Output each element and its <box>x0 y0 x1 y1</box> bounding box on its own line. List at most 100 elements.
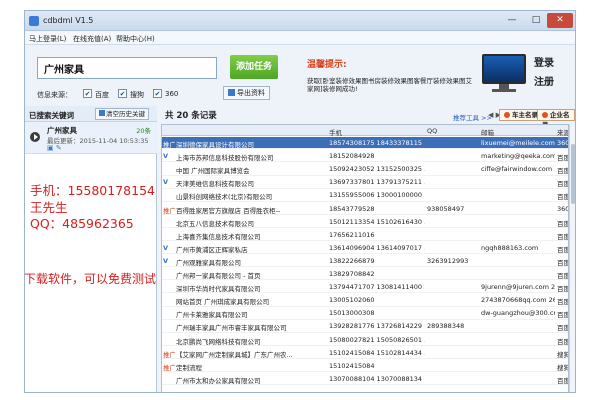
table-row[interactable]: V 天津美维信息科技有限公司 13697337801 13791375211 . 百度 <box>162 176 568 189</box>
col-phone[interactable]: 手机 <box>329 127 342 137</box>
keyword-input[interactable] <box>37 57 217 79</box>
row-source: 360 <box>557 139 569 147</box>
table-row[interactable]: 山景科创网络技术(北京)有限公司 13155955006 13000100000 百… <box>162 189 569 202</box>
play-icon[interactable] <box>30 132 40 142</box>
row-source: 百度 <box>557 285 569 294</box>
table-row[interactable]: 推广 百得胜家居官方旗舰店 百得胜衣柜-- 18543779528 938058497… <box>162 203 568 215</box>
table-row[interactable]: 中国 广州国际家具博览会 15092423052 13152500325 . cif… <box>162 163 569 176</box>
row-source: 百度 <box>557 167 569 176</box>
table-row[interactable]: 网站首页 广州琪成家具有限公司 13005102060 2743870668qq.c… <box>162 294 568 307</box>
monitor-icon <box>482 54 526 92</box>
recommend-tools-link[interactable]: 推荐工具 >> <box>453 112 492 122</box>
row-company: 【艾家网广州定制家具城】广东广州农... <box>176 350 293 359</box>
row-qq: 3263912993 <box>427 256 469 265</box>
row-tag: 推广 <box>163 206 175 215</box>
table-row[interactable]: 北京五八信息技术有限公司 15012113354 15102616430 . 百度 <box>162 216 568 228</box>
table-row[interactable]: 深圳市华尚时代家具有限公司 13794471707 13081411400 9jur… <box>162 281 569 294</box>
row-tag: V <box>163 152 169 161</box>
360-label: 360 <box>165 90 179 98</box>
close-button[interactable]: ✕ <box>547 13 573 28</box>
row-source: 百度 <box>557 311 569 320</box>
row-tag: V <box>163 178 169 187</box>
table-row[interactable]: 广州市太和办公家具有限公司 13070088104 13070088134 百度 <box>162 373 569 386</box>
row-source: 百度 <box>557 272 569 280</box>
login-link[interactable]: 登录 <box>534 54 554 69</box>
row-phone: 15102415084 <box>329 361 375 370</box>
row-company: 北京鹏尚飞网络科技有限公司 <box>176 337 261 346</box>
row-tag: V <box>163 256 169 265</box>
add-task-button[interactable]: 添加任务 <box>230 55 278 79</box>
table-scrollbar[interactable] <box>569 124 575 392</box>
keyword-count: 20条 <box>136 127 151 135</box>
table-row[interactable]: 推广 【艾家网广州定制家具城】广东广州农... 15102415084 151028… <box>162 347 569 359</box>
row-source: 百度 <box>557 337 569 346</box>
row-phone: 18574308175 18433378115 <box>329 139 423 147</box>
row-source: 搜狗 <box>557 350 569 359</box>
keyword-action-icons[interactable]: ▣ ✎ <box>47 144 62 152</box>
menu-recharge[interactable]: 在线充值(A) <box>73 34 111 44</box>
register-link[interactable]: 注册 <box>534 73 554 88</box>
row-company: 广州瑞丰家具广州市睿丰家具有限公司 <box>176 324 287 333</box>
table-row[interactable]: 上海喜齐集信息技术有限公司 17656211016 百度 <box>162 229 569 242</box>
keyword-item[interactable]: 广州家具 20条 最后更新：2015-11-04 10:53:35 ▣ ✎ <box>25 122 157 154</box>
table-row[interactable]: 推广 深圳德保家具设计有限公司 18574308175 18433378115 lix… <box>162 137 569 150</box>
search-panel: 添加任务 信息来源： ✔ 百度 ✔ 搜狗 ✔ 360 导出资料 温馨提示: 获取… <box>25 46 575 112</box>
row-phone: 13829708842 <box>329 270 375 278</box>
row-phone: 13155955006 13000100000 <box>329 191 423 200</box>
row-qq: 938058497 <box>427 204 465 213</box>
window-title: cdbdml V1.5 <box>43 16 94 25</box>
row-company: 网站首页 广州琪成家具有限公司 <box>176 298 270 307</box>
baidu-label: 百度 <box>95 91 109 99</box>
keyword-history-panel: 已搜索关键词 清空历史关键 广州家具 20条 最后更新：2015-11-04 1… <box>25 106 157 392</box>
tip-title: 温馨提示: <box>307 60 347 70</box>
table-row[interactable]: V 广州观雅家具有限公司 13822266879 3263912993 百度 <box>162 255 568 268</box>
title-bar: cdbdml V1.5 — □ ✕ <box>25 11 575 31</box>
row-tag: 推广 <box>163 350 175 359</box>
baidu-checkbox[interactable]: ✔ <box>83 89 92 98</box>
table-row[interactable]: V 上海市苏邦信息科技股份有限公司 18152084928 marketing@qee… <box>162 150 568 163</box>
row-phone: 17656211016 <box>329 230 375 239</box>
row-source: 百度 <box>557 376 569 385</box>
row-tag: 推广 <box>163 141 175 149</box>
col-source[interactable]: 来源 <box>557 127 568 137</box>
row-company: 山景科创网络技术(北京)有限公司 <box>176 193 273 202</box>
row-email: lixuemei@meilele.com c <box>481 139 555 147</box>
row-tag: 推广 <box>163 363 175 372</box>
tip-body: 获取[卧室装修效果图书房装修效果图客餐厅装修效果图艾家网]装修网成功! <box>307 77 473 93</box>
maximize-button[interactable]: □ <box>525 13 547 28</box>
table-row[interactable]: 广州瑞丰家具广州市睿丰家具有限公司 13928281776 13726814229… <box>162 320 569 333</box>
clear-history-button[interactable]: 清空历史关键 <box>95 108 149 120</box>
row-source: 百度 <box>557 193 569 202</box>
row-source: 百度 <box>557 324 569 333</box>
row-phone: 15013000308 <box>329 309 375 318</box>
row-company: 深圳市华尚时代家具有限公司 <box>176 285 261 294</box>
sogou-checkbox[interactable]: ✔ <box>118 89 127 98</box>
record-count: 共 20 条记录 <box>165 111 217 121</box>
business-directory-button[interactable]: 企业名录 <box>537 109 575 129</box>
col-qq[interactable]: QQ <box>427 127 437 135</box>
col-email[interactable]: 邮箱 <box>481 127 494 137</box>
360-checkbox[interactable]: ✔ <box>153 89 162 98</box>
app-icon <box>29 16 39 26</box>
minimize-button[interactable]: — <box>501 13 523 28</box>
keyword-history-title: 已搜索关键词 <box>29 111 74 120</box>
row-phone: 15012113354 15102616430 . <box>329 217 425 226</box>
table-row[interactable]: 广州卡莱雅家具有限公司 15013000308 dw-guangzhou@300.c… <box>162 307 569 320</box>
sogou-label: 搜狗 <box>130 91 144 99</box>
row-phone: 15080027821 15050826501 . <box>329 335 425 344</box>
row-company: 天津美维信息科技有限公司 <box>176 180 254 189</box>
table-row[interactable]: 推广 定制流程 15102415084 搜狗 <box>162 360 568 373</box>
row-phone: 13697337801 13791375211 . <box>329 178 425 187</box>
row-email: ngqh888163.com <box>481 243 539 252</box>
menu-login[interactable]: 马上登录(L) <box>29 34 66 44</box>
keyword-history-header: 已搜索关键词 清空历史关键 <box>25 106 157 122</box>
row-source: 百度 <box>557 245 569 254</box>
menu-help[interactable]: 帮助中心(H) <box>116 34 155 44</box>
table-row[interactable]: V 广州市黄浦区正辉家私店 13614096904 13614097017 . ngq… <box>162 242 569 255</box>
row-company: 定制流程 <box>176 363 202 372</box>
table-row[interactable]: 广州邦一家具有限公司 - 首页 13829708842 百度 <box>162 268 569 281</box>
row-source: 百度 <box>557 232 569 241</box>
export-button[interactable]: 导出资料 <box>223 86 270 100</box>
table-row[interactable]: 北京鹏尚飞网络科技有限公司 15080027821 15050826501 . 百度 <box>162 334 569 346</box>
row-phone: 15102415084 15102814434 . <box>329 348 425 357</box>
